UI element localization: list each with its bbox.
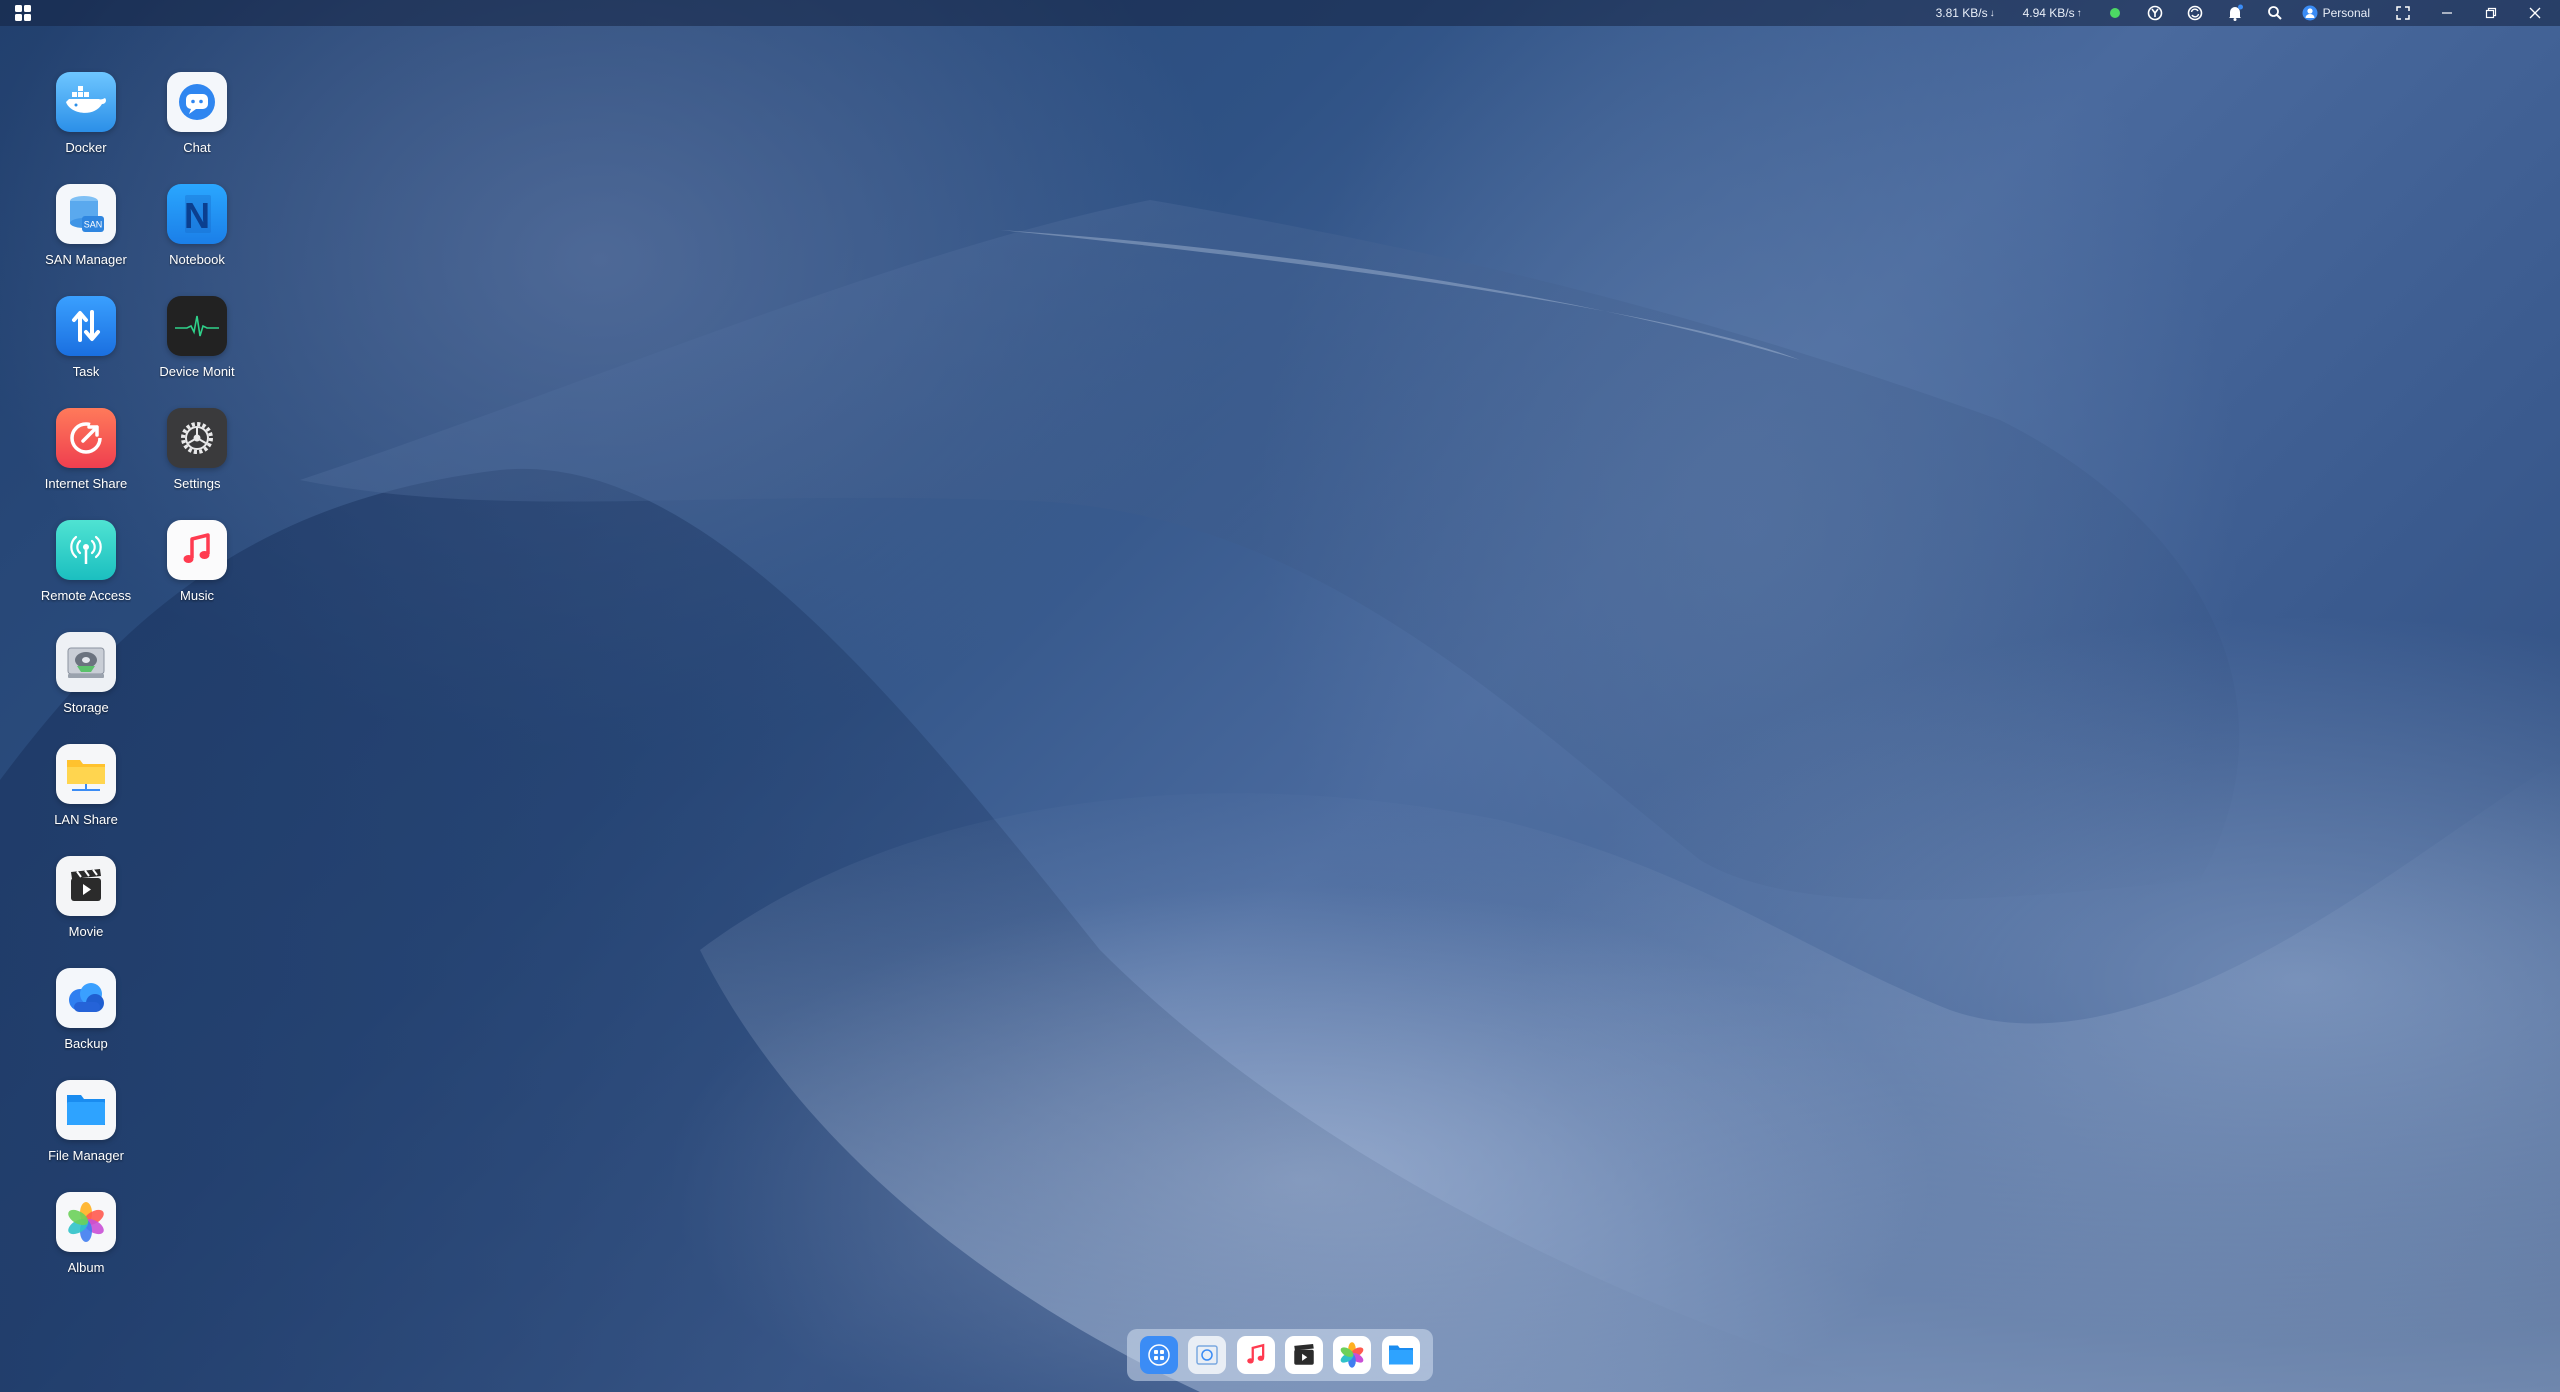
app-san-manager[interactable]: SAN SAN Manager <box>31 178 141 282</box>
app-label: File Manager <box>48 1148 124 1163</box>
app-label: Music <box>180 588 214 603</box>
download-speed-value: 3.81 KB/s <box>1935 6 1988 20</box>
music-icon[interactable] <box>1236 1336 1275 1374</box>
settings-icon <box>167 408 227 468</box>
notebook-glyph: N <box>184 195 210 236</box>
app-storage[interactable]: Storage <box>31 626 141 730</box>
app-label: Settings <box>173 476 221 491</box>
minimize-icon[interactable] <box>2434 0 2460 26</box>
app-label: Storage <box>63 700 109 715</box>
dock <box>1127 1329 1433 1381</box>
app-label: LAN Share <box>54 812 118 827</box>
arrow-down-icon: ↓ <box>1989 7 1995 19</box>
download-speed: 3.81 KB/s ↓ <box>1936 0 1995 26</box>
close-icon[interactable] <box>2522 0 2548 26</box>
arrow-up-icon: ↑ <box>2076 7 2082 19</box>
app-docker[interactable]: Docker <box>31 66 141 170</box>
album-icon[interactable] <box>1333 1336 1372 1374</box>
app-task[interactable]: Task <box>31 290 141 394</box>
app-internet-share[interactable]: Internet Share <box>31 402 141 506</box>
launcher-icon[interactable] <box>1140 1336 1179 1374</box>
app-label: Notebook <box>169 252 225 267</box>
bell-icon[interactable] <box>2222 0 2248 26</box>
app-settings[interactable]: Settings <box>142 402 252 506</box>
app-lan-share[interactable]: LAN Share <box>31 738 141 842</box>
app-label: Device Monit <box>159 364 235 379</box>
search-icon[interactable] <box>2262 0 2288 26</box>
backup-icon <box>56 968 116 1028</box>
user-icon <box>2302 5 2318 21</box>
san-badge-text: SAN <box>84 220 103 230</box>
storage-icon[interactable] <box>1188 1336 1227 1374</box>
app-music[interactable]: Music <box>142 514 252 618</box>
top-bar: 3.81 KB/s ↓ 4.94 KB/s ↑ Personal <box>0 0 2560 26</box>
app-movie[interactable]: Movie <box>31 850 141 954</box>
app-label: Task <box>72 364 100 379</box>
movie-icon <box>56 856 116 916</box>
upload-speed: 4.94 KB/s ↑ <box>2023 0 2082 26</box>
remote-access-icon <box>56 520 116 580</box>
task-icon <box>56 296 116 356</box>
san-manager-icon: SAN <box>56 184 116 244</box>
user-menu[interactable]: Personal <box>2302 0 2370 26</box>
app-label: Internet Share <box>44 476 128 491</box>
app-backup[interactable]: Backup <box>31 962 141 1066</box>
storage-icon <box>56 632 116 692</box>
notebook-icon: N <box>167 184 227 244</box>
chat-icon <box>167 72 227 132</box>
app-device-monitor[interactable]: Device Monit <box>142 290 252 394</box>
lan-share-icon <box>56 744 116 804</box>
app-notebook[interactable]: N Notebook <box>142 178 252 282</box>
sync-icon[interactable] <box>2182 0 2208 26</box>
app-label: SAN Manager <box>45 252 127 267</box>
app-remote-access[interactable]: Remote Access <box>31 514 141 618</box>
user-label: Personal <box>2322 6 2370 20</box>
internet-share-icon <box>56 408 116 468</box>
apps-grid-icon[interactable] <box>14 4 32 22</box>
app-file-manager[interactable]: File Manager <box>31 1074 141 1178</box>
service-icon[interactable] <box>2142 0 2168 26</box>
app-label: Backup <box>64 1036 108 1051</box>
music-icon <box>167 520 227 580</box>
app-label: Album <box>67 1260 105 1275</box>
app-label: Docker <box>65 140 107 155</box>
status-dot-icon[interactable] <box>2102 0 2128 26</box>
app-label: Movie <box>68 924 104 939</box>
wallpaper <box>0 200 2560 1392</box>
album-icon <box>56 1192 116 1252</box>
fullscreen-icon[interactable] <box>2390 0 2416 26</box>
restore-icon[interactable] <box>2478 0 2504 26</box>
file-manager-icon[interactable] <box>1381 1336 1420 1374</box>
file-manager-icon <box>56 1080 116 1140</box>
upload-speed-value: 4.94 KB/s <box>2022 6 2075 20</box>
app-label: Remote Access <box>40 588 132 603</box>
movie-icon[interactable] <box>1285 1336 1324 1374</box>
app-chat[interactable]: Chat <box>142 66 252 170</box>
app-album[interactable]: Album <box>31 1186 141 1290</box>
docker-icon <box>56 72 116 132</box>
app-label: Chat <box>183 140 211 155</box>
device-monitor-icon <box>167 296 227 356</box>
